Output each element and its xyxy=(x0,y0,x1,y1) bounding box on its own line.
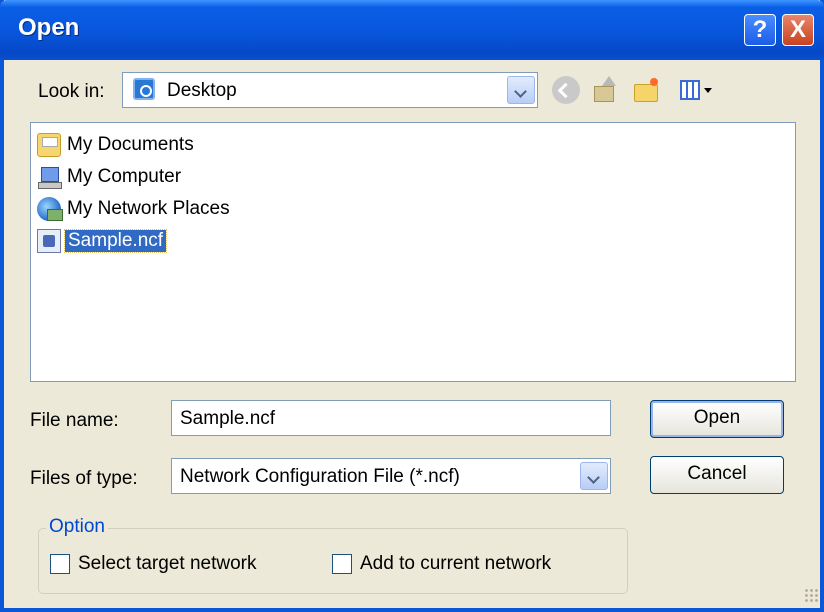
add-to-current-network-checkbox[interactable] xyxy=(332,554,352,574)
files-of-type-label: Files of type: xyxy=(30,468,138,489)
look-in-select[interactable]: Desktop xyxy=(122,72,538,108)
resize-grip[interactable] xyxy=(804,588,818,602)
dialog-title: Open xyxy=(18,14,80,41)
look-in-value: Desktop xyxy=(167,80,237,101)
my-computer-icon xyxy=(37,165,62,189)
cancel-button[interactable]: Cancel xyxy=(650,456,784,494)
new-folder-icon[interactable] xyxy=(632,76,660,104)
files-of-type-select[interactable]: Network Configuration File (*.ncf) xyxy=(171,458,611,494)
desktop-icon xyxy=(133,78,155,100)
file-name-label: File name: xyxy=(30,410,119,431)
back-icon[interactable] xyxy=(552,76,580,104)
select-target-network-label: Select target network xyxy=(78,553,257,574)
open-dialog: Open ? X Look in: Desktop My Documents M… xyxy=(0,0,824,612)
ncf-file-icon xyxy=(37,229,61,253)
look-in-dropdown-button[interactable] xyxy=(507,76,535,104)
up-one-level-icon[interactable] xyxy=(590,76,618,104)
add-to-current-network-label: Add to current network xyxy=(360,553,552,574)
file-name-value: Sample.ncf xyxy=(180,408,276,429)
file-item-label: Sample.ncf xyxy=(63,229,168,253)
files-of-type-value: Network Configuration File (*.ncf) xyxy=(180,466,460,487)
help-button[interactable]: ? xyxy=(744,14,776,46)
title-bar[interactable]: Open ? X xyxy=(0,0,824,60)
option-group-legend: Option xyxy=(46,516,108,538)
file-name-input[interactable]: Sample.ncf xyxy=(171,400,611,436)
files-of-type-dropdown-button[interactable] xyxy=(580,462,608,490)
views-menu-icon[interactable] xyxy=(678,76,714,104)
file-item-label: My Network Places xyxy=(67,198,230,219)
file-item-label: My Computer xyxy=(67,166,182,187)
my-documents-icon xyxy=(37,133,61,157)
network-places-icon xyxy=(37,197,63,221)
file-item-label: My Documents xyxy=(67,134,194,155)
close-button[interactable]: X xyxy=(782,14,814,46)
open-button[interactable]: Open xyxy=(650,400,784,438)
file-list[interactable]: My Documents My Computer My Network Plac… xyxy=(30,122,796,382)
look-in-label: Look in: xyxy=(38,81,105,102)
select-target-network-checkbox[interactable] xyxy=(50,554,70,574)
